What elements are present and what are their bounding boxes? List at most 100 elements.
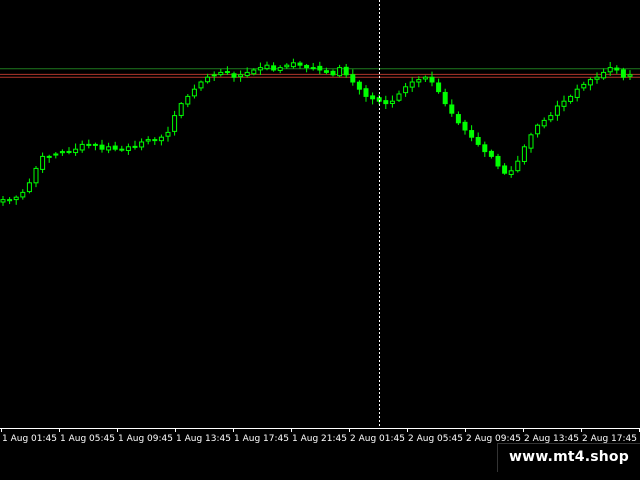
candle-body xyxy=(416,79,422,83)
candle xyxy=(53,152,59,159)
candle-body xyxy=(508,170,514,175)
candle-body xyxy=(238,74,244,78)
candle xyxy=(185,94,191,108)
candle-body xyxy=(132,145,138,148)
x-tick-label: 1 Aug 01:45 xyxy=(2,434,57,444)
candle xyxy=(20,189,26,200)
candle-body xyxy=(574,88,580,98)
candle-body xyxy=(356,81,362,90)
candle-body xyxy=(191,88,197,97)
candle xyxy=(350,69,356,86)
candle-body xyxy=(284,64,290,68)
candle-body xyxy=(251,69,257,75)
candle xyxy=(290,58,296,69)
candle-body xyxy=(264,64,270,70)
candle-body xyxy=(205,76,211,83)
candle-body xyxy=(46,155,52,158)
candle xyxy=(396,90,402,103)
candle-body xyxy=(26,182,32,193)
candle xyxy=(337,64,343,78)
candle-body xyxy=(158,136,164,142)
candle-series xyxy=(0,58,633,206)
candle xyxy=(92,142,98,151)
candle-body xyxy=(7,199,13,202)
candle-body xyxy=(469,130,475,138)
candle xyxy=(502,163,508,175)
candle-body xyxy=(330,70,336,76)
candle xyxy=(541,117,547,129)
candle-body xyxy=(277,67,283,71)
candle xyxy=(284,63,290,69)
x-tick-label: 2 Aug 01:45 xyxy=(350,434,405,444)
candle xyxy=(310,62,316,71)
candle-body xyxy=(383,100,389,105)
price-chart: 1 Aug 01:45 1 Aug 05:45 1 Aug 09:45 1 Aug 1… xyxy=(0,0,640,444)
candle xyxy=(363,85,369,102)
candle xyxy=(403,82,409,97)
candle xyxy=(607,62,613,76)
candle-body xyxy=(587,79,593,86)
candle xyxy=(99,139,105,153)
candle-body xyxy=(66,150,72,153)
candle-body xyxy=(370,95,376,100)
candle xyxy=(330,69,336,77)
watermark-text: www.mt4.shop xyxy=(509,449,629,465)
candle-body xyxy=(218,71,224,76)
candle-body xyxy=(231,73,237,78)
candle xyxy=(409,77,415,92)
candle xyxy=(429,71,435,87)
candle xyxy=(106,142,112,154)
candle xyxy=(119,145,125,152)
candle-body xyxy=(271,65,277,71)
candle xyxy=(535,123,541,138)
candle-body xyxy=(99,144,105,150)
candle-body xyxy=(455,114,461,124)
candle-body xyxy=(125,146,131,152)
candle xyxy=(561,95,567,112)
candle xyxy=(469,125,475,142)
x-tick-label: 1 Aug 21:45 xyxy=(292,434,347,444)
candle xyxy=(620,67,626,81)
candle-body xyxy=(290,62,296,68)
candle-body xyxy=(304,64,310,69)
candle-body xyxy=(627,74,633,77)
candle xyxy=(238,70,244,82)
candle xyxy=(145,136,151,145)
candle-body xyxy=(607,67,613,73)
candle-body xyxy=(449,104,455,114)
candle xyxy=(528,132,534,153)
candle xyxy=(614,65,620,74)
candle-body xyxy=(13,196,19,201)
candle-body xyxy=(363,88,369,97)
candle-body xyxy=(442,91,448,105)
candle xyxy=(356,80,362,95)
candle xyxy=(389,95,395,108)
candle xyxy=(191,84,197,99)
candle xyxy=(482,141,488,157)
candle-body xyxy=(528,134,534,149)
candle xyxy=(442,88,448,107)
candle xyxy=(548,112,554,123)
candle-body xyxy=(92,143,98,146)
time-axis: 1 Aug 01:45 1 Aug 05:45 1 Aug 09:45 1 Aug 1… xyxy=(0,428,640,444)
candle xyxy=(40,152,46,173)
candle xyxy=(264,61,270,71)
candle-body xyxy=(409,81,415,88)
candle xyxy=(554,100,560,121)
candle xyxy=(0,196,6,206)
candle-body xyxy=(172,115,178,132)
candle-body xyxy=(211,74,217,77)
candle-body xyxy=(112,145,118,150)
candle xyxy=(218,68,224,77)
candle xyxy=(495,153,501,170)
candle xyxy=(436,78,442,94)
candle-body xyxy=(86,143,92,146)
candle-body xyxy=(152,139,158,142)
candle xyxy=(416,76,422,88)
candle-body xyxy=(145,139,151,142)
candle-body xyxy=(389,100,395,104)
candle xyxy=(581,81,587,91)
candle xyxy=(152,137,158,145)
x-tick-label: 1 Aug 09:45 xyxy=(118,434,173,444)
candle xyxy=(73,143,79,156)
